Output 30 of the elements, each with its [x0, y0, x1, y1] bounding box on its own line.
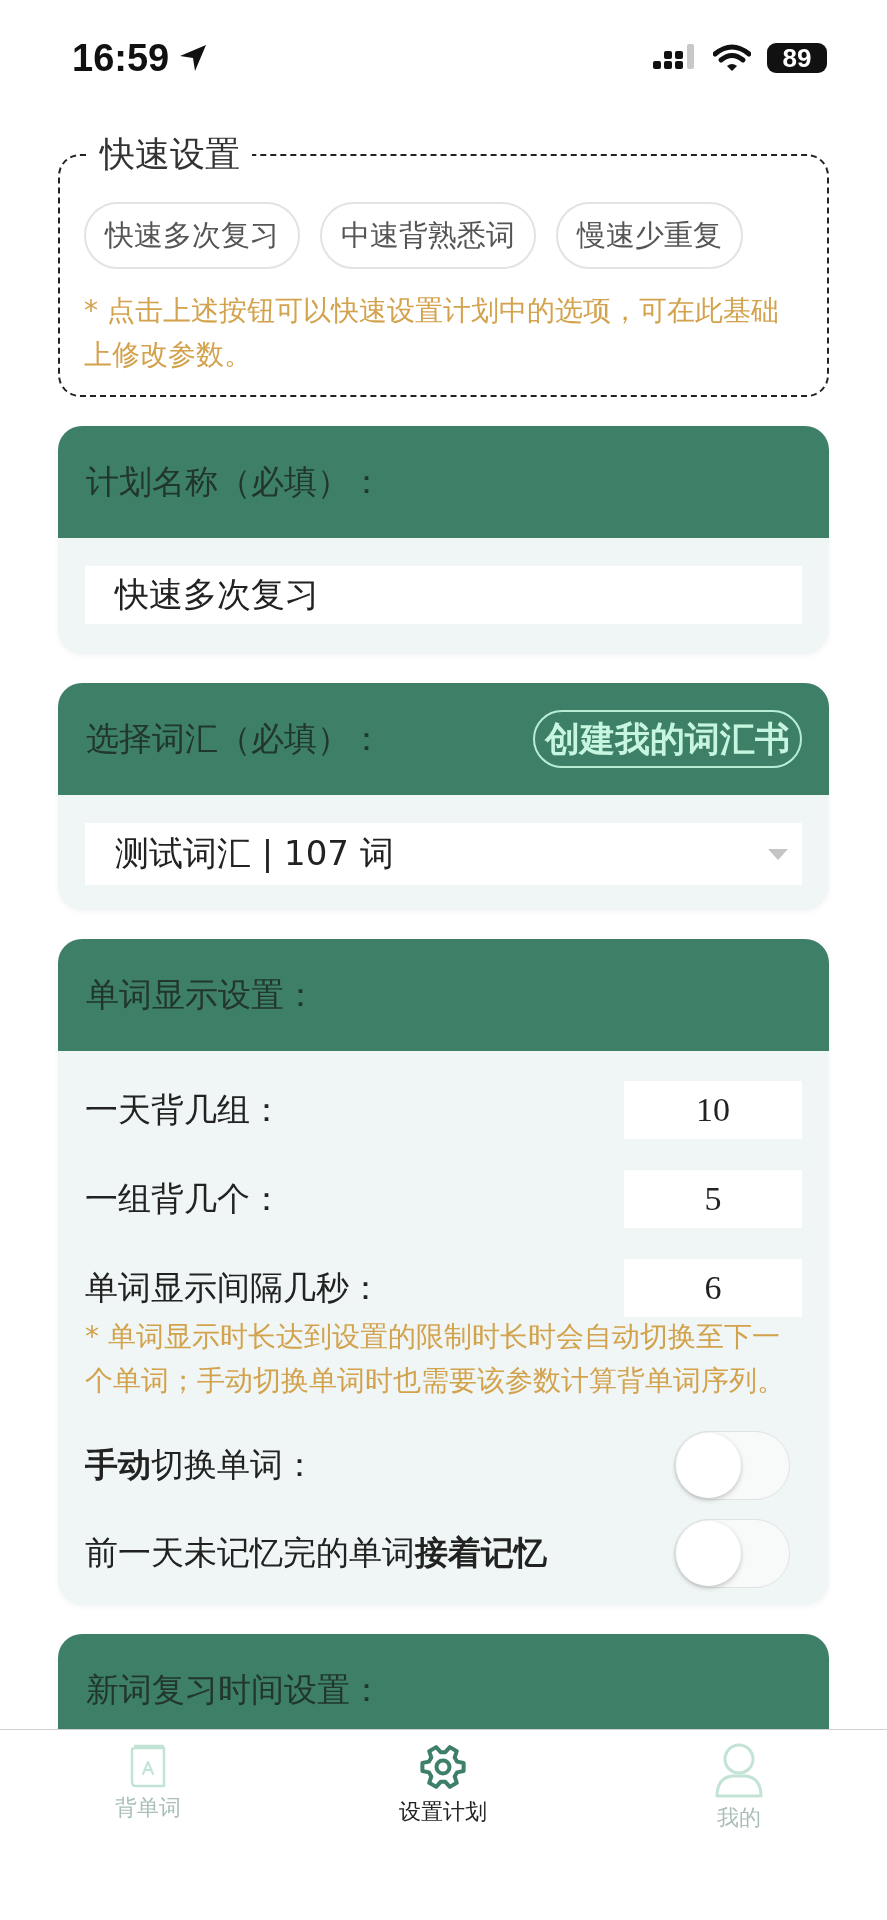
number-field[interactable]: 10: [624, 1081, 802, 1139]
person-icon: [714, 1742, 765, 1798]
section-title: 单词显示设置：: [86, 973, 317, 1016]
location-arrow-icon: [179, 44, 208, 72]
toggle-switch[interactable]: [674, 1519, 790, 1588]
create-wordbook-button[interactable]: 创建我的词汇书: [533, 710, 802, 768]
wifi-icon: [713, 44, 751, 72]
preset-button[interactable]: 快速多次复习: [84, 202, 300, 269]
field-label: 单词显示间隔几秒：: [85, 1266, 382, 1309]
preset-button[interactable]: 中速背熟悉词: [320, 202, 536, 269]
section-title: 新词复习时间设置：: [86, 1668, 383, 1711]
hint-text: * 点击上述按钮可以快速设置计划中的选项，可在此基础上修改参数。: [84, 293, 780, 373]
field-label: 一天背几组：: [85, 1088, 283, 1131]
toggle-label: 前一天未记忆完的单词接着记忆: [85, 1532, 547, 1574]
tab-item[interactable]: 设置计划: [391, 1730, 496, 1830]
number-field[interactable]: 5: [624, 1170, 802, 1228]
status-time: 16:59: [72, 36, 170, 80]
number-field[interactable]: 6: [624, 1259, 802, 1317]
vocabulary-dropdown[interactable]: 测试词汇 | 107 词: [85, 823, 802, 885]
section-title: 计划名称（必填）：: [86, 460, 383, 503]
section-title: 选择词汇（必填）：: [86, 717, 383, 760]
signal-icon: [653, 44, 697, 72]
battery-level: 89: [767, 43, 827, 73]
plan-name-field[interactable]: 快速多次复习: [85, 566, 802, 624]
toggle-label: 手动切换单词：: [85, 1444, 316, 1486]
hint-text: * 单词显示时长达到设置的限制时长时会自动切换至下一个单词；手动切换单词时也需要该参数计算背单词序列。: [85, 1319, 786, 1399]
field-label: 一组背几个：: [85, 1177, 283, 1220]
toggle-switch[interactable]: [674, 1431, 790, 1500]
preset-button[interactable]: 慢速少重复: [556, 202, 743, 269]
caret-icon: [768, 848, 788, 860]
